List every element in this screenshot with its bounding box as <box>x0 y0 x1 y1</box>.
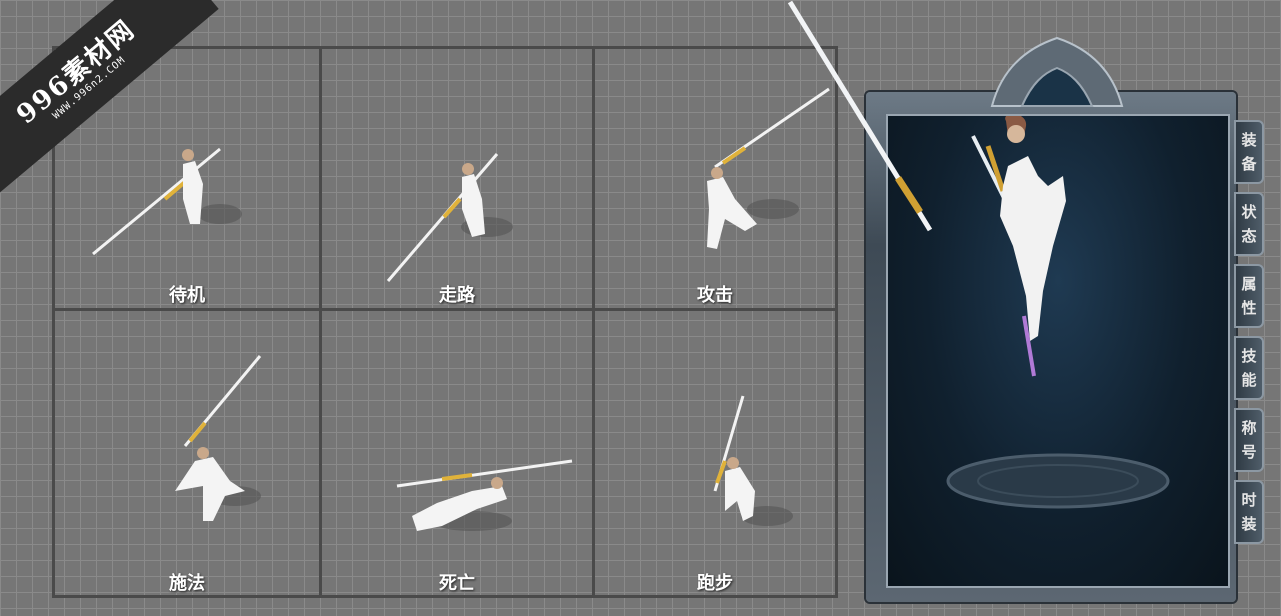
tab-fashion[interactable]: 时 装 <box>1234 480 1264 544</box>
animation-cell-death[interactable]: 死亡 <box>319 308 595 598</box>
cast-sprite <box>175 355 262 521</box>
tab-char: 属 <box>1241 275 1257 293</box>
animation-label: 死亡 <box>439 573 475 594</box>
character-side-tabs: 装 备 状 态 属 性 技 能 称 号 时 装 <box>1234 120 1268 552</box>
tab-char: 能 <box>1241 371 1257 389</box>
animation-grid: 待机 走路 攻击 施法 死亡 跑步 <box>52 46 838 598</box>
animation-label: 攻击 <box>697 285 733 306</box>
tab-titles[interactable]: 称 号 <box>1234 408 1264 472</box>
tab-char: 性 <box>1241 299 1257 317</box>
animation-label: 待机 <box>169 285 205 306</box>
tab-char: 装 <box>1241 515 1257 533</box>
walk-sprite <box>386 153 513 282</box>
run-sprite <box>713 395 793 526</box>
death-sprite <box>396 459 573 531</box>
animation-label: 走路 <box>439 285 475 306</box>
animation-cell-run[interactable]: 跑步 <box>592 308 838 598</box>
tab-char: 号 <box>1241 443 1257 461</box>
tab-skills[interactable]: 技 能 <box>1234 336 1264 400</box>
animation-cell-cast[interactable]: 施法 <box>52 308 322 598</box>
tab-char: 装 <box>1241 131 1257 149</box>
tab-equipment[interactable]: 装 备 <box>1234 120 1264 184</box>
animation-cell-walk[interactable]: 走路 <box>319 46 595 311</box>
animation-label: 跑步 <box>697 573 733 594</box>
tab-char: 技 <box>1241 347 1257 365</box>
tab-status[interactable]: 状 态 <box>1234 192 1264 256</box>
animation-label: 施法 <box>169 573 205 594</box>
tab-char: 状 <box>1241 203 1257 221</box>
tab-char: 态 <box>1241 227 1257 245</box>
frame-crest-ornament <box>990 36 1124 107</box>
tab-char: 备 <box>1241 155 1257 173</box>
tab-char: 称 <box>1241 419 1257 437</box>
featured-sword <box>787 0 933 232</box>
tab-attributes[interactable]: 属 性 <box>1234 264 1264 328</box>
tab-char: 时 <box>1241 491 1257 509</box>
